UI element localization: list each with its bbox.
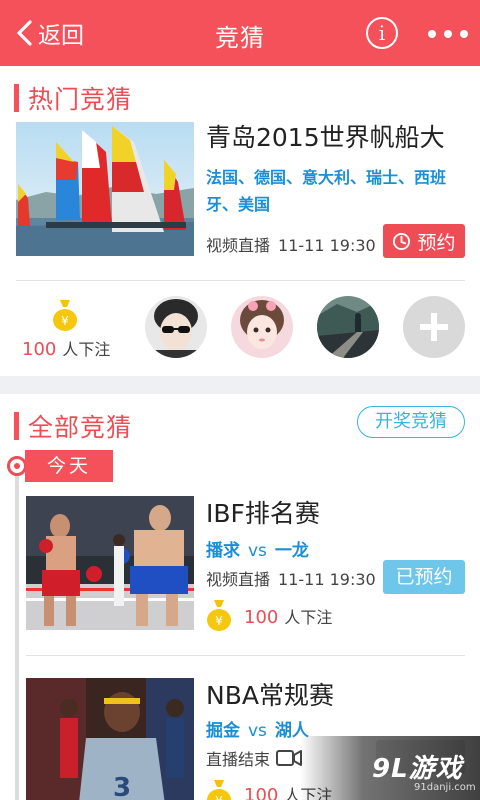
vs-label: vs — [248, 541, 267, 561]
reserve-button[interactable]: 预约 — [383, 224, 465, 258]
divider — [26, 655, 465, 656]
hot-bet-count: 100 人下注 — [22, 336, 110, 360]
dot — [460, 30, 468, 38]
bet-suffix: 人下注 — [284, 608, 333, 627]
reserve-label: 预约 — [417, 231, 456, 254]
timeline-dot — [7, 456, 27, 476]
svg-text:¥: ¥ — [215, 614, 223, 628]
section-bar — [14, 412, 19, 440]
top-bar: 返回 竞猜 i — [0, 0, 480, 66]
boxing-photo — [26, 496, 194, 630]
avatar-image — [317, 296, 379, 358]
avatar-sunglasses[interactable] — [145, 296, 207, 358]
broadcast-type: 直播结束 — [206, 750, 271, 769]
info-icon[interactable]: i — [366, 17, 398, 49]
event-time: 11-11 19:30 — [278, 570, 376, 589]
hot-event-meta: 视频直播 11-11 19:30 — [206, 232, 376, 256]
video-camera-icon — [276, 750, 303, 766]
avatar-image — [231, 296, 293, 358]
money-bag-icon: ¥ — [207, 600, 231, 631]
dot — [428, 30, 436, 38]
event-bet-count: 100 人下注 — [244, 604, 332, 628]
sailing-photo — [16, 122, 194, 256]
boxing-image[interactable] — [26, 496, 194, 630]
svg-text:¥: ¥ — [61, 314, 69, 328]
watermark-logo: 9L游戏 — [372, 754, 463, 784]
bet-number: 100 — [244, 785, 279, 800]
basketball-image[interactable]: 3 — [26, 678, 194, 800]
reserved-button[interactable]: 已预约 — [383, 560, 465, 594]
team-a[interactable]: 掘金 — [206, 721, 240, 741]
bet-number: 100 — [22, 339, 57, 360]
event-meta: 直播结束 — [206, 746, 303, 770]
event-title[interactable]: IBF排名赛 — [206, 494, 320, 530]
svg-text:¥: ¥ — [215, 794, 223, 800]
more-menu-icon[interactable] — [428, 30, 468, 38]
bet-number: 100 — [244, 607, 279, 628]
all-section-title: 全部竞猜 — [28, 413, 133, 442]
site-watermark: 9L游戏 91danji.com — [300, 736, 480, 800]
sailing-image[interactable] — [16, 122, 194, 256]
basketball-photo: 3 — [26, 678, 194, 800]
money-bag-icon: ¥ — [53, 300, 77, 331]
vs-label: vs — [248, 721, 267, 741]
svg-text:3: 3 — [113, 773, 131, 800]
section-bar — [14, 84, 19, 112]
broadcast-type: 视频直播 — [206, 570, 271, 589]
date-label-today: 今天 — [25, 450, 113, 482]
all-section-header: 全部竞猜 — [14, 408, 132, 444]
hot-section-title: 热门竞猜 — [28, 85, 133, 114]
event-teams: 掘金 vs 湖人 — [206, 716, 309, 741]
team-a[interactable]: 播求 — [206, 541, 240, 561]
divider — [16, 280, 465, 281]
page-title: 竞猜 — [215, 24, 265, 52]
avatar-landscape[interactable] — [317, 296, 379, 358]
money-bag-icon: ¥ — [207, 780, 231, 800]
timeline-line — [15, 464, 19, 800]
team-b[interactable]: 一龙 — [275, 541, 309, 561]
event-teams: 播求 vs 一龙 — [206, 536, 309, 561]
hot-event-teams: 法国、德国、意大利、瑞士、西班牙、美国 — [206, 168, 447, 214]
avatar-girl[interactable] — [231, 296, 293, 358]
event-time: 11-11 19:30 — [278, 236, 376, 255]
hot-section-header: 热门竞猜 — [14, 80, 132, 116]
broadcast-type: 视频直播 — [206, 236, 271, 255]
dot — [444, 30, 452, 38]
watermark-url: 91danji.com — [414, 782, 476, 793]
bet-suffix: 人下注 — [62, 340, 111, 359]
hot-event-title[interactable]: 青岛2015世界帆船大 — [206, 118, 472, 154]
avatar-image — [145, 296, 207, 358]
event-meta: 视频直播 11-11 19:30 — [206, 566, 376, 590]
event-title[interactable]: NBA常规赛 — [206, 676, 334, 712]
hot-guess-panel: 热门竞猜 青岛2015世界帆船大 法国、德国、意大利、瑞士、西班牙、美国 视频直… — [0, 66, 480, 376]
draw-results-button[interactable]: 开奖竞猜 — [357, 406, 465, 438]
add-bettor-button[interactable] — [403, 296, 465, 358]
clock-icon — [393, 232, 411, 250]
